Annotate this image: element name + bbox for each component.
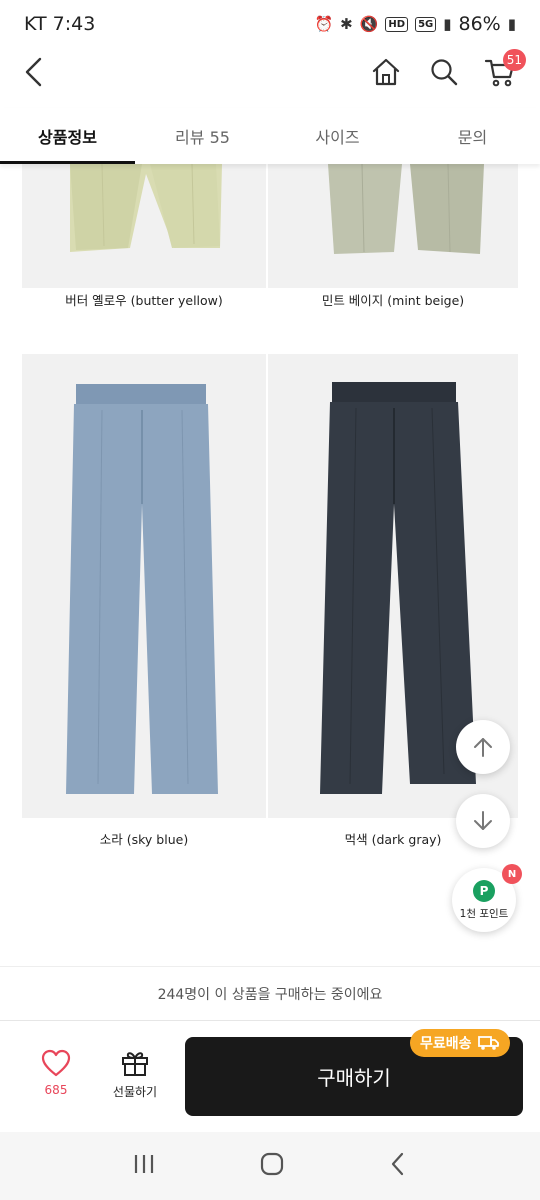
- cart-button[interactable]: 51: [480, 49, 526, 92]
- gift-label: 선물하기: [112, 1085, 158, 1099]
- product-image-mint-beige: [268, 164, 518, 288]
- pants-image: [328, 164, 484, 254]
- gift-button[interactable]: 선물하기: [100, 1049, 170, 1109]
- tab-size[interactable]: 사이즈: [270, 108, 405, 164]
- status-bar: KT 7:43 ⏰ ✱ 🔇 HD 5G ▮ 86% ▮: [0, 0, 540, 48]
- recent-apps-button[interactable]: [131, 1152, 157, 1180]
- 5g-icon: 5G: [415, 16, 437, 32]
- tab-inquiry[interactable]: 문의: [405, 108, 540, 164]
- product-tabs: 상품정보 리뷰 55 사이즈 문의: [0, 108, 540, 164]
- new-badge: N: [502, 864, 522, 884]
- product-caption: 소라 (sky blue): [99, 832, 189, 847]
- back-chevron-icon: [391, 1152, 404, 1176]
- home-nav-button[interactable]: [259, 1151, 285, 1181]
- tab-reviews[interactable]: 리뷰 55: [135, 108, 270, 164]
- free-shipping-badge: 무료배송: [410, 1029, 510, 1057]
- chevron-left-icon: [25, 57, 42, 87]
- free-shipping-label: 무료배송: [420, 1036, 472, 1052]
- hd-icon: HD: [385, 16, 409, 32]
- mute-icon: 🔇: [359, 15, 379, 33]
- product-caption: 민트 베이지 (mint beige): [321, 293, 465, 308]
- status-icons: ⏰ ✱ 🔇 HD 5G ▮ 86% ▮: [314, 13, 516, 35]
- home-button[interactable]: [366, 52, 406, 92]
- purchase-bar: 685 선물하기 구매하기 무료배송: [0, 1020, 540, 1132]
- system-nav-bar: [0, 1132, 540, 1200]
- points-label: 1천 포인트: [459, 907, 509, 920]
- back-nav-button[interactable]: [387, 1151, 409, 1181]
- recent-apps-icon: [134, 1155, 154, 1173]
- app-header: 51: [0, 48, 540, 96]
- arrow-up-icon: [474, 738, 492, 757]
- product-image-sky-blue: [22, 354, 266, 818]
- truck-icon: [477, 1036, 499, 1050]
- like-button[interactable]: 685: [22, 1049, 90, 1109]
- battery-percent: 86%: [458, 13, 501, 35]
- cart-count-badge: 51: [502, 49, 526, 71]
- bluetooth-icon: ✱: [340, 15, 353, 33]
- search-icon: [431, 59, 458, 86]
- signal-icon: ▮: [443, 15, 452, 33]
- home-circle-icon: [260, 1152, 284, 1176]
- viewers-notice: 244명이 이 상품을 구매하는 중이에요: [0, 966, 540, 1020]
- home-icon: [372, 58, 400, 86]
- points-button[interactable]: P 1천 포인트 N: [452, 864, 522, 932]
- tab-product-info[interactable]: 상품정보: [0, 108, 135, 164]
- heart-icon: [41, 1049, 71, 1077]
- scroll-up-button[interactable]: [456, 720, 510, 774]
- points-icon: P: [473, 879, 495, 902]
- arrow-down-icon: [474, 811, 492, 830]
- alarm-icon: ⏰: [314, 15, 334, 33]
- product-detail-content: 버터 옐로우 (butter yellow) 민트 베이지 (mint beig…: [0, 164, 540, 964]
- scroll-down-button[interactable]: [456, 794, 510, 848]
- pants-image: [66, 384, 218, 794]
- product-caption: 버터 옐로우 (butter yellow): [65, 293, 223, 308]
- gift-icon: [122, 1052, 148, 1076]
- back-button[interactable]: [14, 52, 54, 92]
- battery-icon: ▮: [507, 15, 516, 33]
- search-button[interactable]: [424, 52, 464, 92]
- product-image-butter-yellow: [22, 164, 266, 288]
- like-count: 685: [44, 1083, 68, 1097]
- pants-image: [70, 164, 222, 252]
- carrier-time: KT 7:43: [24, 13, 96, 35]
